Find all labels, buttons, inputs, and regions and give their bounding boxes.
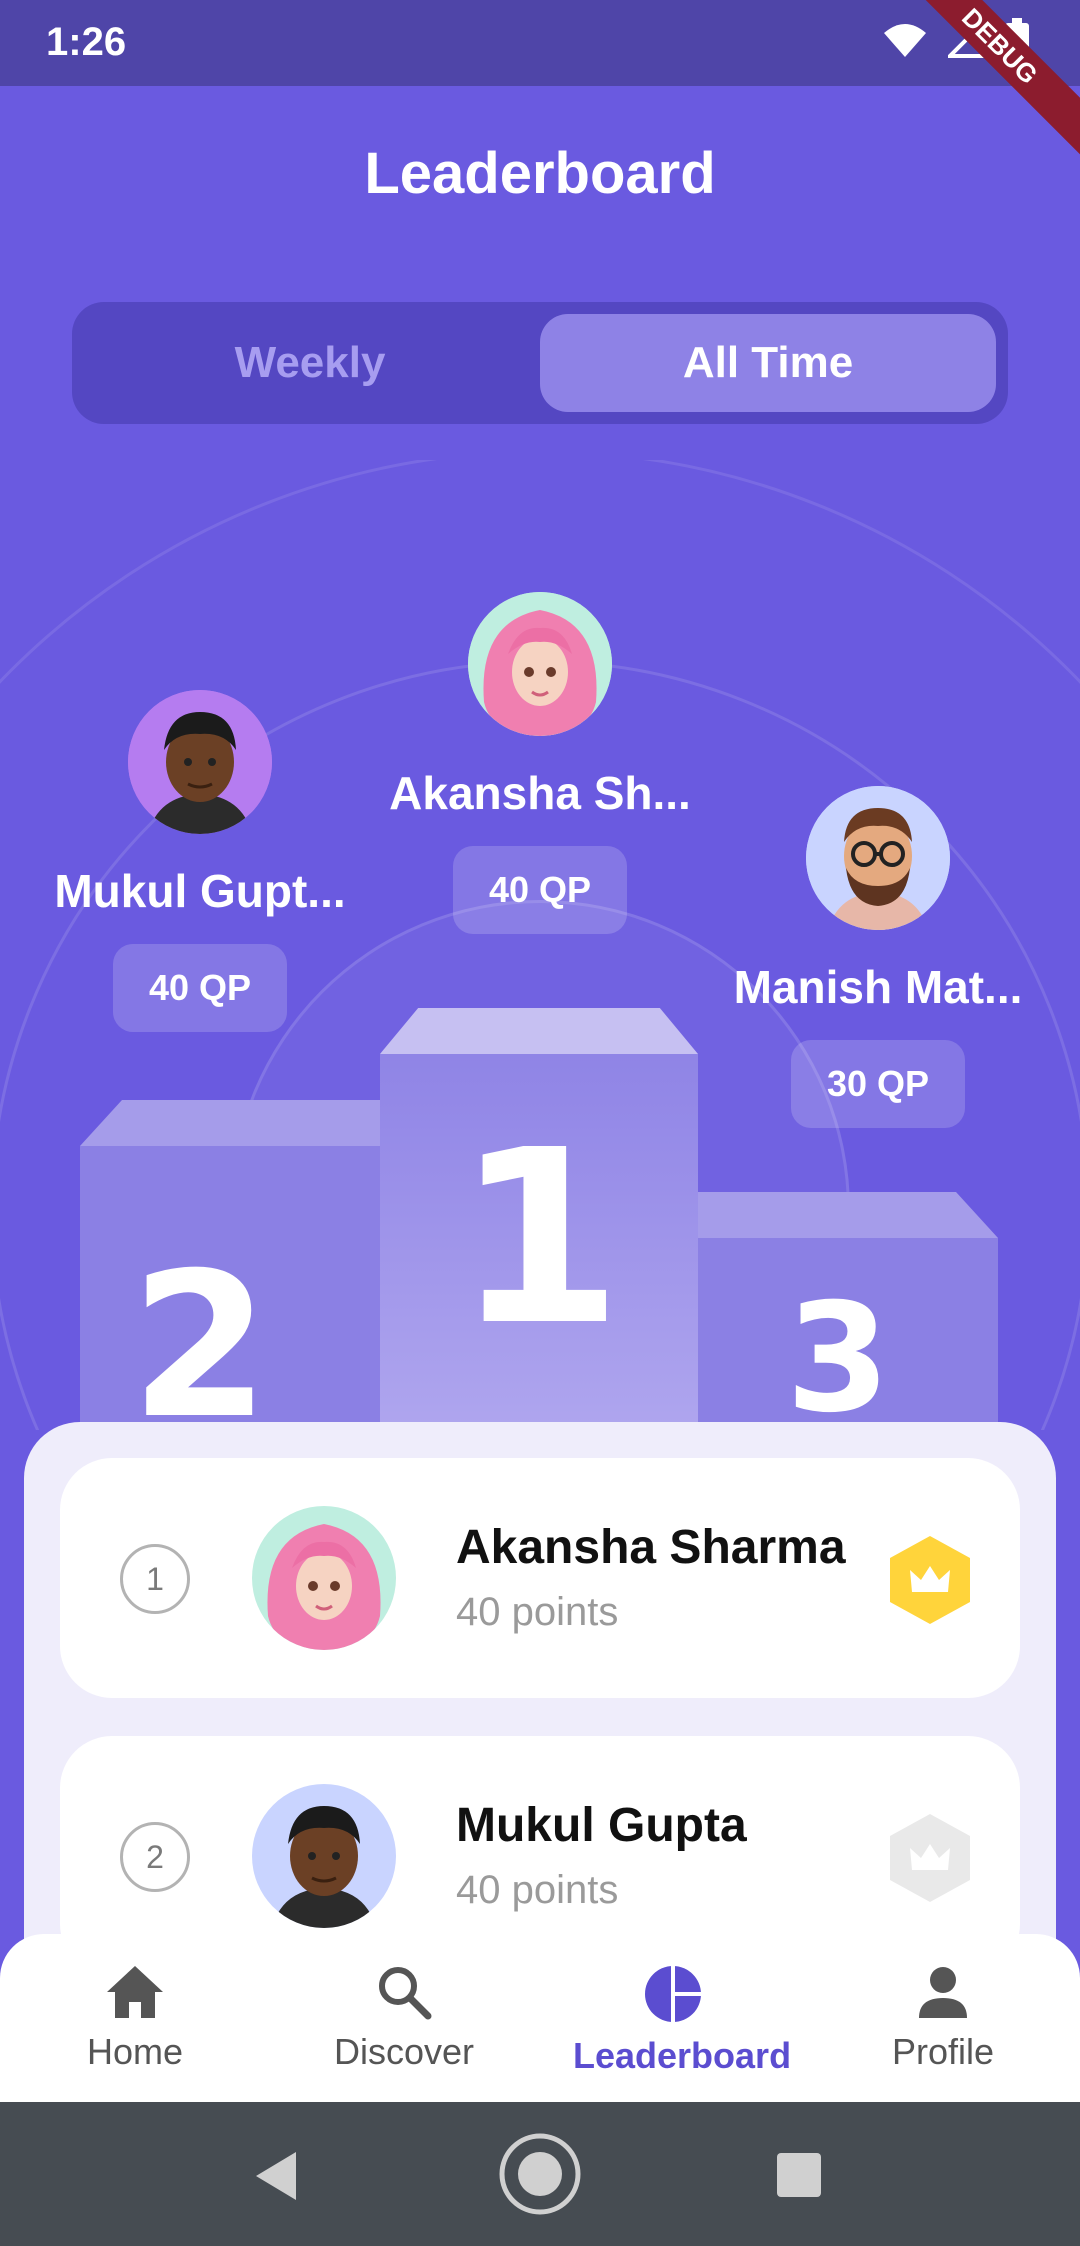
avatar-woman-icon [468, 592, 612, 736]
rank-circle: 2 [120, 1822, 190, 1892]
wifi-icon [884, 24, 926, 57]
avatar [468, 592, 612, 736]
avatar-man-icon [252, 1784, 396, 1928]
podium-second[interactable]: Mukul Gupt... 40 QP [40, 690, 360, 1032]
list-item-points: 40 points [456, 1590, 619, 1634]
crown-badge-icon [890, 1814, 970, 1902]
avatar [128, 690, 272, 834]
podium-name: Mukul Gupt... [54, 865, 346, 917]
nav-label: Discover [333, 2031, 475, 2072]
search-icon [379, 1967, 432, 2020]
nav-label: Profile [891, 2031, 995, 2072]
nav-home[interactable]: Home [35, 1964, 235, 2073]
qp-badge: 30 QP [790, 1040, 966, 1128]
avatar-woman-icon [252, 1506, 396, 1650]
rank-number: 1 [455, 1098, 623, 1378]
home-button-icon[interactable] [498, 2132, 582, 2216]
podium-block-third: 3 [698, 1192, 998, 1430]
toggle-all-time[interactable]: All Time [540, 314, 996, 412]
home-icon [107, 1966, 163, 2018]
podium-first[interactable]: Akansha Sh... 40 QP [380, 592, 700, 934]
podium-name: Manish Mat... [733, 961, 1023, 1013]
list-item-name: Akansha Sharma [456, 1521, 846, 1574]
status-time: 1:26 [46, 20, 127, 64]
podium-name: Akansha Sh... [389, 767, 691, 819]
crown-badge-icon [890, 1536, 970, 1624]
period-toggle: Weekly All Time [72, 302, 1008, 424]
avatar [252, 1506, 396, 1650]
avatar [806, 786, 950, 930]
qp-badge: 40 QP [112, 944, 288, 1032]
rank-number: 3 [785, 1272, 891, 1430]
status-bar: 1:26 76 DEBUG [0, 0, 1080, 167]
page-title: Leaderboard [364, 141, 716, 206]
leaderboard-list: 1 Akansha Sharma 40 points 2 Mukul Gupta… [24, 1422, 1056, 2022]
list-item[interactable]: 1 Akansha Sharma 40 points [60, 1458, 1020, 1698]
nav-discover[interactable]: Discover [304, 1964, 504, 2073]
podium-block-second: 2 [80, 1100, 380, 1430]
avatar-man-glasses-icon [806, 786, 950, 930]
system-nav-bar [0, 2102, 1080, 2246]
qp-badge: 40 QP [452, 846, 628, 934]
toggle-weekly[interactable]: Weekly [82, 314, 538, 412]
nav-label: Home [86, 2031, 184, 2072]
nav-label: Leaderboard [573, 2035, 792, 2076]
avatar [252, 1784, 396, 1928]
nav-leaderboard[interactable]: Leaderboard [573, 1964, 792, 2077]
avatar-man-icon [128, 690, 272, 834]
rank-circle: 1 [120, 1544, 190, 1614]
leaderboard-icon [645, 1966, 701, 2022]
podium-area: Mukul Gupt... 40 QP Akansha Sh... 40 QP [0, 460, 1080, 1430]
profile-icon [919, 1967, 967, 2018]
nav-profile[interactable]: Profile [843, 1964, 1043, 2073]
bottom-nav: Home Discover Leaderboard Profile [0, 1934, 1080, 2102]
podium-block-first: 1 [380, 1008, 698, 1430]
back-icon[interactable] [252, 2150, 300, 2202]
podium-third[interactable]: Manish Mat... 30 QP [718, 786, 1038, 1128]
recents-icon[interactable] [776, 2152, 822, 2198]
rank-number: 2 [130, 1230, 270, 1430]
list-item-name: Mukul Gupta [456, 1799, 747, 1852]
list-item-points: 40 points [456, 1868, 619, 1912]
